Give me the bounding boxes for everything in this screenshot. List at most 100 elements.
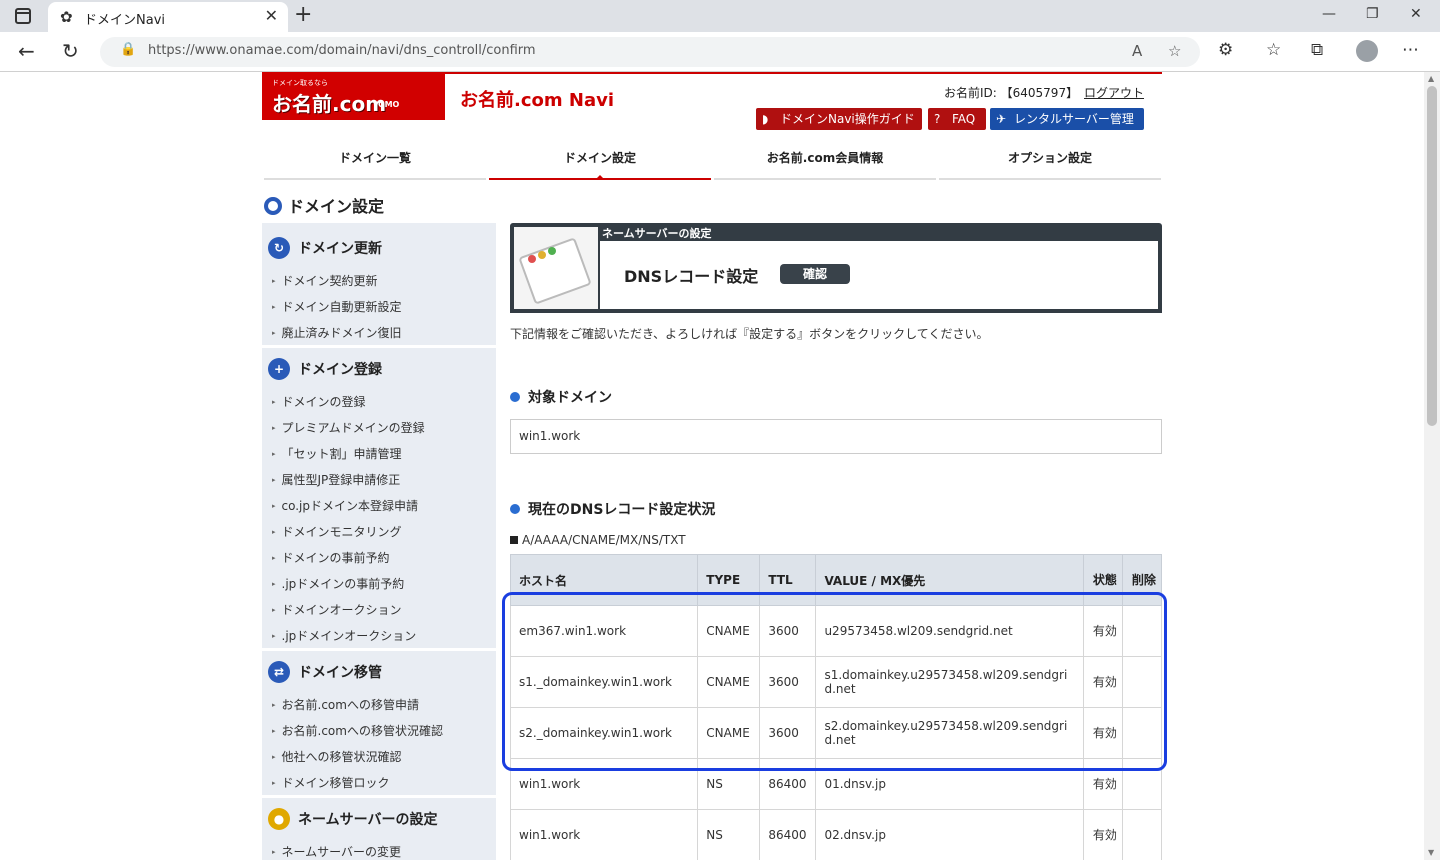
sidebar-item[interactable]: .jpドメインの事前予約: [272, 575, 405, 592]
faq-button-label: FAQ: [952, 112, 976, 126]
sidebar-divider: [262, 648, 496, 651]
sidebar-item[interactable]: ドメインの登録: [272, 393, 366, 410]
cell-value: 02.dnsv.jp: [815, 809, 1084, 860]
beginner-icon: ◗: [762, 112, 769, 126]
sidebar-item[interactable]: co.jpドメイン本登録申請: [272, 497, 419, 514]
faq-button[interactable]: ? FAQ: [928, 108, 986, 130]
rental-server-button[interactable]: ✈ レンタルサーバー管理: [990, 108, 1144, 130]
sidebar-item[interactable]: プレミアムドメインの登録: [272, 419, 425, 436]
cell-state: 有効: [1082, 809, 1123, 860]
nav-domain-list[interactable]: ドメイン一覧: [264, 144, 486, 180]
rental-server-button-label: レンタルサーバー管理: [1014, 112, 1134, 126]
target-domain-value: win1.work: [510, 419, 1162, 454]
cell-ttl: 86400: [759, 809, 817, 860]
url-field[interactable]: 🔒 https://www.onamae.com/domain/navi/dns…: [100, 37, 1200, 67]
collections-icon[interactable]: ⧉: [1311, 40, 1323, 60]
back-icon[interactable]: ←: [18, 39, 35, 63]
status-badge: 確認: [780, 264, 850, 284]
dns-status-heading: 現在のDNSレコード設定状況: [510, 499, 715, 519]
logo-tagline: ドメイン取るなら: [272, 79, 328, 87]
close-window-icon[interactable]: ✕: [1410, 6, 1422, 22]
server-icon: ✈: [996, 112, 1007, 126]
renew-icon: ↻: [268, 237, 290, 259]
refresh-icon[interactable]: ↻: [62, 39, 79, 63]
highlight-annotation: [502, 592, 1167, 771]
section-title: ドメイン登録: [298, 362, 382, 378]
sidebar-item[interactable]: ネームサーバーの変更: [272, 843, 402, 860]
close-tab-icon[interactable]: ✕: [265, 6, 278, 25]
more-menu-icon[interactable]: ⋯: [1402, 40, 1419, 60]
cell-delete: [1121, 809, 1163, 860]
browser-tab[interactable]: ✿ ドメインNavi ✕: [48, 2, 288, 32]
site-logo[interactable]: ドメイン取るなら お名前.com GMO: [262, 72, 445, 120]
page-scrollbar[interactable]: ▲ ▼: [1424, 72, 1440, 860]
logo-gmo: GMO: [378, 100, 400, 109]
table-row: win1.work NS 86400 02.dnsv.jp 有効: [509, 809, 1163, 860]
sidebar-divider: [262, 795, 496, 798]
read-aloud-icon[interactable]: A: [1132, 42, 1142, 60]
sidebar-divider: [262, 345, 496, 348]
page-heading: ドメイン設定: [264, 193, 384, 217]
title-panel: ネームサーバーの設定 DNSレコード設定 確認: [510, 223, 1162, 313]
web-page: ドメイン取るなら お名前.com GMO お名前.com Navi お名前ID:…: [0, 72, 1424, 860]
panel-body: DNSレコード設定 確認: [600, 241, 1158, 309]
extensions-icon[interactable]: ⚙: [1218, 40, 1233, 60]
sidebar-item[interactable]: 廃止済みドメイン復旧: [272, 324, 402, 341]
sidebar-section-registration[interactable]: + ドメイン登録: [262, 358, 496, 380]
profile-avatar[interactable]: [1356, 40, 1378, 62]
window-illustration-icon: [514, 227, 598, 309]
sidebar-item[interactable]: ドメイン契約更新: [272, 272, 378, 289]
scroll-thumb[interactable]: [1427, 86, 1437, 426]
panel-category: ネームサーバーの設定: [602, 227, 712, 240]
restore-icon[interactable]: ❐: [1366, 6, 1379, 22]
section-title: ドメイン更新: [298, 241, 382, 257]
sidebar-item[interactable]: お名前.comへの移管申請: [272, 696, 419, 713]
tab-bar: ✿ ドメインNavi ✕ + — ❐ ✕: [0, 0, 1440, 32]
sidebar: ↻ ドメイン更新 ドメイン契約更新 ドメイン自動更新設定 廃止済みドメイン復旧 +…: [262, 223, 496, 860]
sidebar-section-nameserver[interactable]: ● ネームサーバーの設定: [262, 808, 496, 830]
tab-actions-icon[interactable]: [15, 8, 31, 24]
sidebar-section-transfer[interactable]: ⇄ ドメイン移管: [262, 661, 496, 683]
site-title: お名前.com Navi: [460, 90, 615, 111]
guide-button[interactable]: ◗ ドメインNavi操作ガイド: [756, 108, 922, 130]
section-title: ドメイン移管: [298, 665, 382, 681]
logo-text: お名前.com: [272, 92, 387, 116]
heading-circle-icon: [264, 197, 282, 215]
sidebar-item[interactable]: お名前.comへの移管状況確認: [272, 722, 443, 739]
nav-member-info[interactable]: お名前.com会員情報: [714, 144, 936, 180]
sidebar-item[interactable]: ドメインオークション: [272, 601, 402, 618]
nav-domain-settings-label: ドメイン設定: [563, 151, 636, 165]
sidebar-item[interactable]: 属性型JP登録申請修正: [272, 471, 401, 488]
sidebar-item[interactable]: ドメインモニタリング: [272, 523, 402, 540]
page-heading-text: ドメイン設定: [288, 197, 385, 216]
browser-chrome: ✿ ドメインNavi ✕ + — ❐ ✕ ← ↻ 🔒 https://www.o…: [0, 0, 1440, 72]
nav-domain-settings[interactable]: ドメイン設定: [489, 144, 711, 180]
guide-button-label: ドメインNavi操作ガイド: [780, 112, 915, 126]
sidebar-section-renewal[interactable]: ↻ ドメイン更新: [262, 237, 496, 259]
sidebar-item[interactable]: ドメイン移管ロック: [272, 774, 390, 791]
minimize-icon[interactable]: —: [1322, 6, 1336, 22]
sidebar-item[interactable]: .jpドメインオークション: [272, 627, 417, 644]
logout-link[interactable]: ログアウト: [1084, 84, 1144, 101]
user-id: お名前ID: 【6405797】: [944, 86, 1079, 100]
scroll-down-icon[interactable]: ▼: [1428, 848, 1434, 857]
instruction-text: 下記情報をご確認いただき、よろしければ『設定する』ボタンをクリックしてください。: [510, 327, 989, 341]
question-icon: ?: [934, 112, 941, 126]
sidebar-item[interactable]: 「セット割」申請管理: [272, 445, 402, 462]
url-text: https://www.onamae.com/domain/navi/dns_c…: [148, 43, 536, 58]
scroll-up-icon[interactable]: ▲: [1428, 74, 1434, 83]
nav-option-settings[interactable]: オプション設定: [939, 144, 1161, 180]
lock-icon: 🔒: [120, 42, 137, 57]
tab-title: ドメインNavi: [84, 13, 165, 28]
new-tab-icon[interactable]: +: [294, 2, 312, 27]
panel-title: DNSレコード設定: [624, 267, 759, 286]
sidebar-item[interactable]: 他社への移管状況確認: [272, 748, 402, 765]
sidebar-item[interactable]: ドメイン自動更新設定: [272, 298, 402, 315]
record-types-label: A/AAAA/CNAME/MX/NS/TXT: [510, 533, 686, 547]
sidebar-item[interactable]: ドメインの事前予約: [272, 549, 390, 566]
active-arrow-icon: [595, 175, 605, 180]
cell-type: NS: [697, 809, 761, 860]
cell-host: win1.work: [509, 809, 699, 860]
favorite-add-icon[interactable]: ☆: [1168, 42, 1181, 60]
favorites-icon[interactable]: ☆: [1266, 40, 1281, 60]
